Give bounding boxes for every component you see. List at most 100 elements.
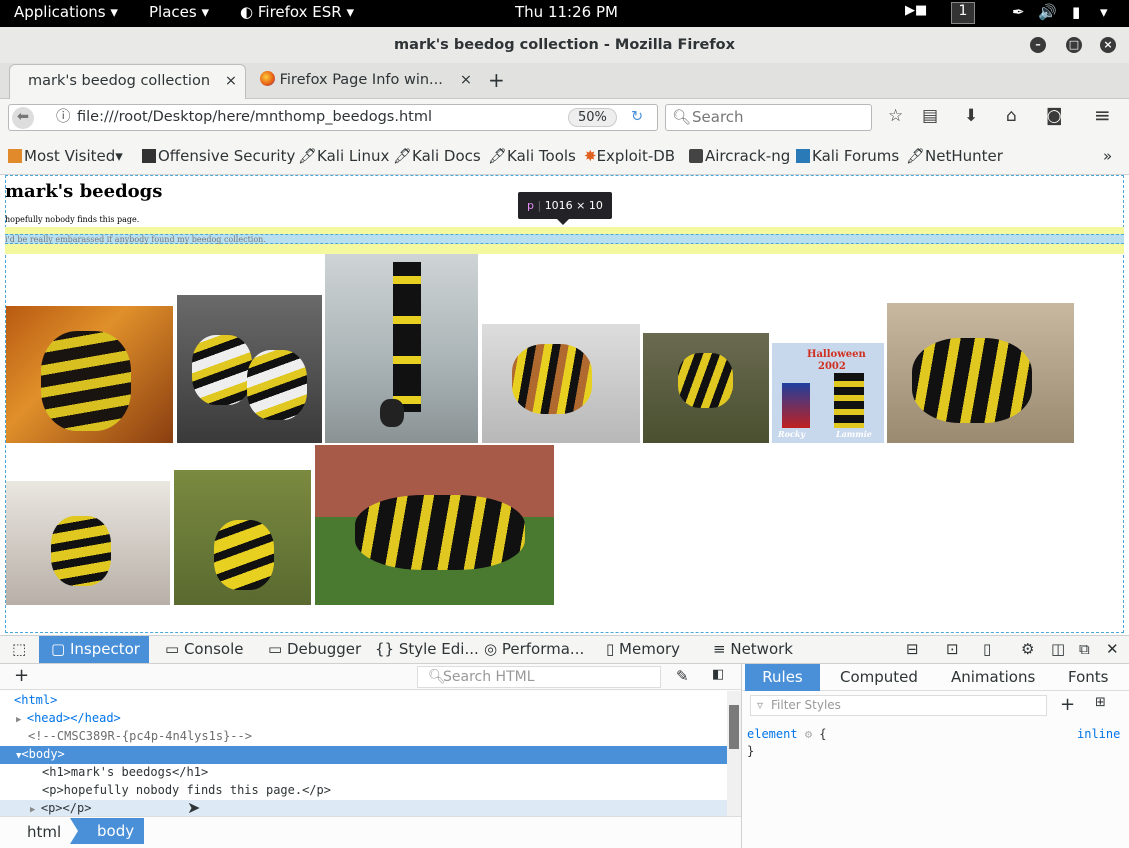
firefox-menu[interactable]: ◐ Firefox ESR ▾ — [240, 3, 354, 21]
tab-beedog-collection[interactable]: mark's beedog collection × — [9, 64, 246, 99]
markup-line-comment[interactable]: <!--CMSC389R-{pc4p-4n4lys1s}--> — [28, 729, 252, 743]
home-icon[interactable]: ⌂ — [1006, 106, 1017, 126]
beedog-photo-halloween: Halloween 2002 Rocky Lammie — [772, 343, 884, 443]
bookmark-label: Most Visited — [24, 147, 116, 165]
responsive-mode-icon[interactable]: ▯ — [983, 636, 991, 663]
beedog-photo-yard-dog — [643, 333, 769, 443]
markup-line-body[interactable]: ▼<body> — [16, 747, 65, 761]
bookmark-kali-docs[interactable]: 🖋︎Kali Docs — [393, 147, 481, 165]
beedog-photo-golden — [174, 470, 311, 605]
tab-computed[interactable]: Computed — [840, 664, 918, 691]
bookmark-aircrack-ng[interactable]: Aircrack-ng — [689, 147, 790, 165]
pen-icon[interactable]: ✒ — [1012, 3, 1025, 21]
eyedropper-icon[interactable]: ✎ — [676, 667, 689, 685]
tab-animations[interactable]: Animations — [951, 664, 1035, 691]
split-console-icon[interactable]: ⊡ — [946, 636, 959, 663]
bookmark-nethunter[interactable]: 🖋︎NetHunter — [906, 147, 1003, 165]
bookmark-offensive-security[interactable]: Offensive Security — [142, 147, 295, 165]
tab-inspector[interactable]: ▢ Inspector — [39, 636, 149, 663]
url-text[interactable]: file:///root/Desktop/here/mnthomp_beedog… — [77, 105, 432, 130]
url-bar[interactable]: ⬅ ⓘ file:///root/Desktop/here/mnthomp_be… — [8, 104, 658, 131]
pocket-icon[interactable]: ◙ — [1046, 106, 1063, 126]
close-devtools-icon[interactable]: ✕ — [1106, 636, 1119, 663]
rules-sidebar: Rules Computed Animations Fonts ▿ Filter… — [741, 664, 1129, 848]
forums-icon — [796, 149, 810, 163]
system-menu-chevron-icon[interactable]: ▾ — [1100, 3, 1108, 21]
bookmarks-overflow-icon[interactable]: » — [1103, 147, 1112, 165]
bookmark-kali-forums[interactable]: Kali Forums — [796, 147, 899, 165]
tab-memory[interactable]: ▯ Memory — [606, 636, 680, 663]
tab-fonts[interactable]: Fonts — [1068, 664, 1108, 691]
volume-icon[interactable]: 🔊 — [1038, 3, 1057, 21]
scrollbar-thumb[interactable] — [729, 705, 739, 749]
applications-menu[interactable]: Applications ▾ — [14, 3, 118, 21]
offsec-icon — [142, 149, 156, 163]
beedog-photo-white-dogs — [177, 295, 322, 443]
exploit-db-icon: ✸ — [584, 147, 597, 165]
toggle-pseudo-class-icon[interactable]: ⊞ — [1095, 695, 1106, 710]
close-window-icon[interactable]: × — [1100, 37, 1116, 53]
tab-style-editor-label: Style Edi... — [398, 640, 479, 658]
reload-icon[interactable]: ↻ — [631, 105, 643, 130]
battery-icon[interactable]: ▮ — [1072, 3, 1080, 21]
markup-line-head[interactable]: ▶ <head></head> — [16, 711, 121, 725]
bookmark-star-icon[interactable]: ☆ — [888, 106, 903, 126]
clock[interactable]: Thu 11:26 PM — [515, 3, 618, 21]
toggle-sidebar-icon[interactable]: ◧ — [712, 667, 724, 682]
tab-style-editor[interactable]: {} Style Edi... — [375, 636, 479, 663]
filter-styles-input[interactable]: ▿ Filter Styles — [750, 695, 1047, 716]
info-icon[interactable]: ⓘ — [56, 105, 71, 130]
tooltip-arrow — [557, 219, 569, 225]
breadcrumb-html[interactable]: html — [27, 823, 61, 841]
download-icon[interactable]: ⬇ — [964, 106, 978, 126]
new-tab-icon[interactable]: + — [488, 64, 505, 99]
reading-list-icon[interactable]: ▤ — [922, 106, 938, 126]
close-tab-icon[interactable]: × — [460, 64, 472, 97]
bookmark-exploit-db[interactable]: ✸Exploit-DB — [584, 147, 675, 165]
workspace-indicator[interactable]: 1 — [951, 2, 975, 24]
page-heading: mark's beedogs — [5, 181, 163, 202]
video-icon[interactable]: ▶■ — [905, 3, 927, 18]
dock-side-icon[interactable]: ◫ — [1051, 636, 1065, 663]
tab-page-info[interactable]: Firefox Page Info win... × — [254, 64, 482, 99]
search-box[interactable]: 🔍︎ Search — [665, 104, 872, 131]
minimize-icon[interactable]: – — [1030, 37, 1046, 53]
markup-line-html[interactable]: <html> — [14, 693, 57, 707]
tab-network[interactable]: ≡ Network — [713, 636, 793, 663]
settings-gear-icon[interactable]: ⚙ — [1021, 636, 1034, 663]
hamburger-menu-icon[interactable]: ≡ — [1094, 103, 1111, 127]
add-rule-icon[interactable]: + — [1060, 694, 1075, 715]
applications-label: Applications — [14, 3, 106, 21]
frame-select-icon[interactable]: ⊟ — [906, 636, 919, 663]
markup-view: <html> ▶ <head></head> <!--CMSC389R-{pc4… — [0, 691, 727, 817]
beedog-photo-boxer — [482, 324, 640, 443]
bookmark-kali-linux[interactable]: 🖋︎Kali Linux — [298, 147, 389, 165]
tab-performance[interactable]: ◎ Performa... — [484, 636, 584, 663]
markup-line-p1[interactable]: <p>hopefully nobody finds this page.</p> — [42, 783, 331, 797]
tab-console[interactable]: ▭ Console — [165, 636, 244, 663]
tab-debugger[interactable]: ▭ Debugger — [268, 636, 361, 663]
tab-label: mark's beedog collection — [28, 73, 211, 89]
bookmark-label: Kali Docs — [412, 147, 481, 165]
tab-rules[interactable]: Rules — [745, 664, 820, 691]
tab-debugger-label: Debugger — [286, 640, 362, 658]
undock-icon[interactable]: ⧉ — [1079, 636, 1090, 663]
bookmark-most-visited[interactable]: Most Visited▾ — [8, 147, 123, 165]
zoom-indicator[interactable]: 50% — [568, 108, 617, 127]
markup-line-h1[interactable]: <h1>mark's beedogs</h1> — [42, 765, 208, 779]
places-menu[interactable]: Places ▾ — [149, 3, 209, 21]
markup-scrollbar[interactable] — [727, 691, 741, 816]
add-node-icon[interactable]: + — [14, 665, 29, 686]
search-html-input[interactable]: 🔍︎ Search HTML — [417, 666, 661, 688]
markup-line-p2[interactable]: ▶ <p></p> — [30, 801, 91, 815]
search-html-placeholder: Search HTML — [443, 669, 535, 685]
bookmark-kali-tools[interactable]: 🖋︎Kali Tools — [488, 147, 576, 165]
close-tab-icon[interactable]: × — [225, 65, 237, 98]
pick-element-icon[interactable]: ⬚ — [12, 636, 26, 663]
bookmarks-toolbar: Most Visited▾ Offensive Security 🖋︎Kali … — [0, 137, 1129, 175]
maximize-icon[interactable]: □ — [1066, 37, 1082, 53]
breadcrumb-body[interactable]: body — [70, 818, 144, 844]
rule-source-link[interactable]: inline — [1077, 727, 1120, 741]
rule-selector[interactable]: element ⚙ { — [747, 727, 827, 741]
back-icon[interactable]: ⬅ — [12, 107, 34, 129]
